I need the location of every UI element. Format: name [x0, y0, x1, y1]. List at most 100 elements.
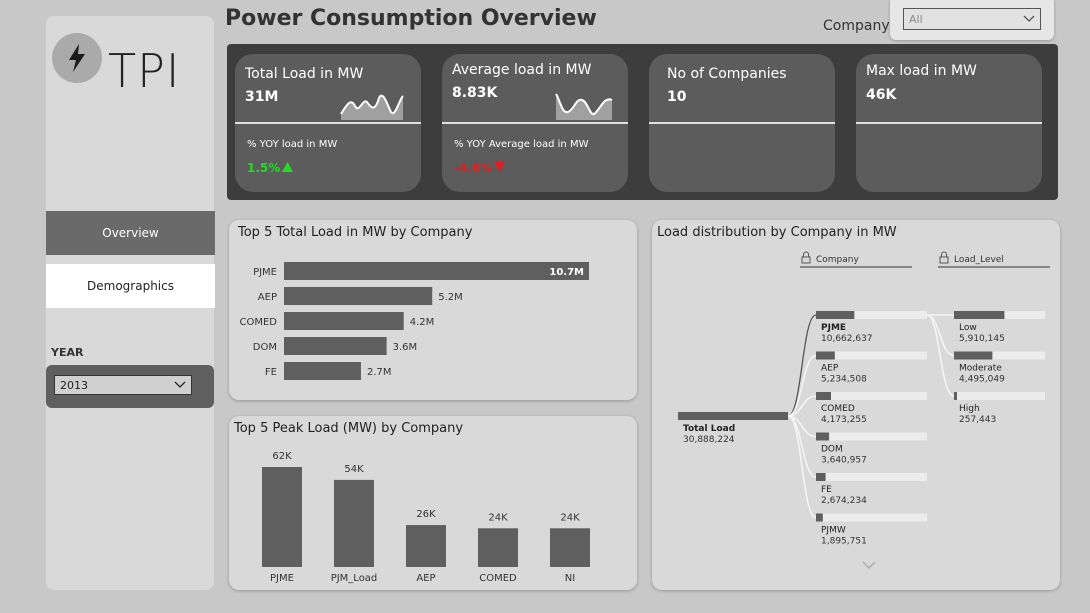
level-header: Company: [816, 255, 859, 265]
year-dropdown[interactable]: 2013: [54, 375, 192, 395]
kpi-divider: [649, 122, 835, 124]
kpi-sub-label: % YOY Average load in MW: [454, 139, 589, 150]
company-value: 10,662,637: [821, 334, 873, 344]
nav-demographics-button[interactable]: Demographics: [46, 264, 215, 308]
kpi-sub-label: % YOY load in MW: [247, 139, 338, 150]
level-header: Load_Level: [954, 255, 1004, 265]
sparkline-icon: [555, 93, 613, 120]
category-label: NI: [565, 573, 575, 584]
company-label: AEP: [821, 364, 839, 374]
level-value: 257,443: [959, 415, 996, 425]
kpi-card-average-load: Average load in MW 8.83K % YOY Average l…: [442, 54, 628, 192]
data-label: 24K: [560, 512, 580, 523]
year-label: YEAR: [51, 346, 84, 359]
company-bar-track: [816, 432, 927, 441]
bar: [284, 337, 387, 355]
company-dropdown[interactable]: All: [903, 8, 1041, 30]
bar: [262, 467, 302, 567]
bar: [284, 287, 433, 305]
yoy-text: -4.6%: [454, 161, 493, 175]
kpi-divider: [235, 122, 421, 124]
company-label: PJMW: [821, 526, 846, 536]
level-label: Low: [959, 323, 977, 333]
company-value: 3,640,957: [821, 456, 867, 466]
bar: [550, 528, 590, 567]
chevron-down-icon: [174, 381, 186, 388]
top5-peak-load-chart: 62K PJME 54K PJM_Load 26K AEP 24K COMED 24K NI: [262, 451, 590, 584]
data-label: 3.6M: [393, 342, 418, 353]
lock-body: [801, 256, 811, 264]
sparkline-icon: [340, 94, 404, 120]
tree-connector: [787, 314, 817, 417]
company-bar: [816, 432, 830, 441]
company-label: FE: [821, 485, 832, 495]
kpi-title: Average load in MW: [452, 62, 592, 78]
year-value: 2013: [60, 378, 88, 392]
logo-text: TPI: [108, 44, 181, 98]
kpi-value: 10: [667, 89, 687, 105]
bar: [334, 479, 374, 567]
lock-icon: [801, 251, 811, 264]
bar: [284, 262, 589, 280]
data-label: 62K: [272, 451, 292, 462]
triangle-up-icon: [282, 162, 294, 172]
lock-icon: [939, 251, 949, 264]
data-label: 26K: [416, 509, 436, 520]
lock-shackle: [803, 251, 809, 257]
company-value: All: [909, 12, 923, 26]
company-bar-track: [816, 513, 927, 522]
top5-total-load-chart: PJME 10.7M AEP 5.2M COMED 4.2M DOM 3.6M FE 2.7M: [240, 262, 589, 380]
tree-connector: [926, 314, 955, 397]
category-label: FE: [265, 367, 277, 378]
bar: [284, 362, 361, 380]
page-title: Power Consumption Overview: [225, 6, 597, 31]
kpi-value: 8.83K: [452, 85, 498, 101]
chevron-down-icon: [862, 561, 876, 569]
category-label: PJME: [270, 573, 294, 584]
yoy-text: 1.5%: [247, 161, 281, 175]
category-label: PJME: [253, 267, 277, 278]
bar: [478, 528, 518, 567]
level-label: High: [959, 404, 980, 414]
data-label: 24K: [488, 512, 508, 523]
kpi-card-total-load: Total Load in MW 31M % YOY load in MW 1.…: [235, 54, 421, 192]
kpi-divider: [856, 122, 1042, 124]
kpi-divider: [442, 122, 628, 124]
level-bar: [954, 351, 993, 360]
category-label: AEP: [416, 573, 435, 584]
company-bar: [816, 351, 835, 360]
load-distribution-tree: Company Load_Level Total Load30,888,224 PJM…: [678, 251, 1050, 569]
company-bar: [816, 311, 855, 319]
kpi-title: No of Companies: [667, 66, 787, 82]
kpi-title: Total Load in MW: [245, 66, 364, 82]
bar: [406, 525, 446, 567]
root-label: Total Load: [683, 424, 735, 434]
category-label: AEP: [258, 292, 277, 303]
bar: [284, 312, 404, 330]
company-label: DOM: [821, 445, 843, 455]
company-label: Company: [823, 18, 890, 34]
company-label: COMED: [821, 404, 855, 414]
company-value: 1,895,751: [821, 537, 867, 547]
category-label: COMED: [479, 573, 517, 584]
load-distribution-panel: Load distribution by Company in MW Compa…: [652, 220, 1060, 590]
root-bar: [678, 412, 788, 420]
data-label: 5.2M: [438, 292, 463, 303]
company-bar: [816, 473, 826, 481]
chevron-down-icon: [1023, 15, 1035, 22]
data-label: 4.2M: [410, 317, 435, 328]
kpi-value: 31M: [245, 89, 279, 105]
company-bar: [816, 392, 831, 400]
category-label: COMED: [240, 317, 278, 328]
category-label: DOM: [253, 342, 277, 353]
kpi-card-max-load: Max load in MW 46K: [856, 54, 1042, 192]
tree-connector: [926, 314, 955, 357]
company-bar-track: [816, 473, 927, 481]
data-label: 10.7M: [549, 267, 584, 278]
nav-overview-button[interactable]: Overview: [46, 211, 215, 255]
level-bar: [954, 392, 957, 400]
level-bar: [954, 311, 1005, 319]
kpi-yoy-value: 1.5%: [247, 161, 294, 175]
kpi-value: 46K: [866, 87, 897, 103]
company-bar: [816, 513, 823, 522]
